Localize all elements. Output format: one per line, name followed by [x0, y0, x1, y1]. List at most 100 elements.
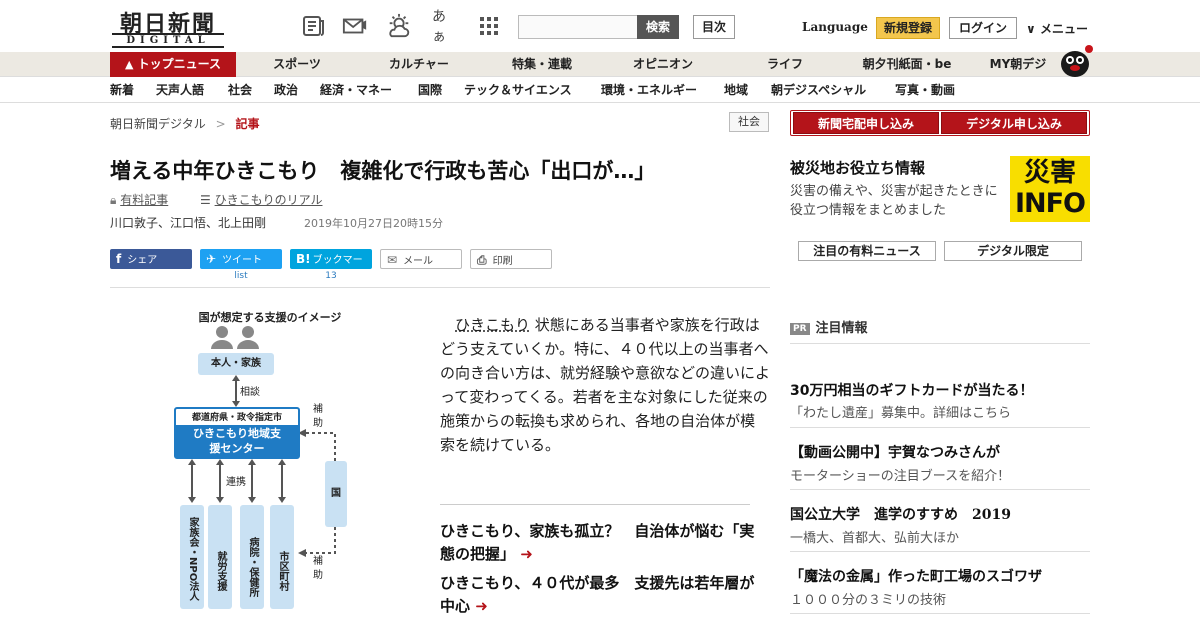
- paid-news-button[interactable]: 注目の有料ニュース: [798, 241, 936, 261]
- diagram-country-box: 国: [325, 461, 347, 527]
- nav-item-paper[interactable]: 朝夕刊紙面・be: [850, 52, 964, 77]
- pr-item-title[interactable]: 【動画公開中】宇賀なつみさんが: [790, 442, 1000, 462]
- mail-share-label: メール: [403, 256, 434, 267]
- subnav-item-special[interactable]: 朝デジスペシャル: [771, 77, 866, 103]
- hikikomori-link[interactable]: ひきこもり: [455, 316, 530, 334]
- subnav-item-politics[interactable]: 政治: [274, 77, 298, 103]
- facebook-icon: f: [116, 252, 122, 266]
- sub-nav: 新着 天声人語 社会 政治 経済・マネー 国際 テック＆サイエンス 環境・エネル…: [0, 77, 1200, 103]
- disaster-info-description[interactable]: 災害の備えや、災害が起きたときに役立つ情報をまとめました: [790, 182, 1004, 220]
- envelope-icon: ✉: [387, 253, 398, 267]
- subnav-item-region[interactable]: 地域: [724, 77, 748, 103]
- nav-item-my-asahi[interactable]: MY朝デジ: [980, 52, 1056, 77]
- menu-label: メニュー: [1039, 22, 1088, 36]
- related-article-link[interactable]: ひきこもり、家族も孤立？ 自治体が悩む「実態の把握」 ➜: [440, 520, 755, 566]
- font-size-icon[interactable]: あぁ: [432, 9, 458, 45]
- arrow-right-icon: ➜: [475, 597, 488, 615]
- mail-share-button[interactable]: ✉ メール: [380, 249, 462, 269]
- diagram-center-box: 都道府県・政令指定市 ひきこもり地域支援センター: [174, 407, 300, 459]
- pr-item-title[interactable]: 「魔法の金属」作った町工場のスゴワザ: [790, 566, 1042, 586]
- paid-label-text: 有料記事: [120, 193, 169, 207]
- nav-item-life[interactable]: ライフ: [748, 52, 822, 77]
- language-link[interactable]: Language: [802, 20, 868, 34]
- nav-item-culture[interactable]: カルチャー: [372, 52, 466, 77]
- printer-icon: ⎙: [477, 253, 487, 267]
- breadcrumb-separator: >: [215, 117, 226, 131]
- nav-item-top-news[interactable]: ▲ トップニュース: [110, 52, 236, 77]
- search-button[interactable]: 検索: [637, 15, 679, 39]
- disaster-logo-bottom: INFO: [1014, 188, 1086, 219]
- disaster-info-logo[interactable]: 災害 INFO: [1010, 156, 1090, 222]
- pr-item-title[interactable]: 国公立大学 進学のすすめ 2019: [790, 504, 1011, 524]
- mail-icon[interactable]: [342, 14, 368, 38]
- subnav-item-photo[interactable]: 写真・動画: [895, 77, 955, 103]
- nav-item-sports[interactable]: スポーツ: [255, 52, 339, 77]
- related-article-link[interactable]: ひきこもり、４０代が最多 支援先は若年層が中心 ➜: [440, 572, 755, 618]
- hatena-icon: B!: [296, 252, 311, 266]
- series-link[interactable]: ☰ ひきこもりのリアル: [200, 191, 322, 208]
- site-header: 朝日新聞 DIGITAL あぁ 検索 目次 Language 新規登録 ログイン…: [0, 0, 1200, 52]
- breadcrumb-current: 記事: [235, 117, 260, 131]
- facebook-share-button[interactable]: f シェア: [110, 249, 192, 269]
- home-icon: ▲: [124, 58, 134, 71]
- subnav-item-international[interactable]: 国際: [418, 77, 442, 103]
- twitter-share-button[interactable]: ✈ ツイート: [200, 249, 282, 269]
- pr-item-subtitle[interactable]: 一橋大、首都大、弘前大ほか: [790, 527, 959, 546]
- subnav-item-tech[interactable]: テック＆サイエンス: [464, 77, 572, 103]
- pr-item-subtitle[interactable]: 「わたし遺産」募集中。詳細はこちら: [790, 402, 1011, 421]
- site-logo[interactable]: 朝日新聞 DIGITAL: [112, 6, 228, 48]
- diagram-subsidy-top: 補助: [313, 404, 323, 429]
- diagram-org-municipality: 市区町村: [270, 505, 294, 609]
- hatena-bookmark-button[interactable]: B! ブックマーク: [290, 249, 372, 286]
- breadcrumb-home[interactable]: 朝日新聞デジタル: [110, 117, 206, 131]
- pr-item-subtitle[interactable]: モーターショーの注目ブースを紹介！: [790, 465, 1010, 484]
- pr-badge: PR: [790, 322, 810, 335]
- mascot-icon: [1061, 45, 1093, 77]
- series-link-text: ひきこもりのリアル: [214, 193, 323, 207]
- pr-item-subtitle[interactable]: １０００分の３ミリの技術: [790, 589, 946, 608]
- divider: [790, 489, 1090, 490]
- category-badge[interactable]: 社会: [729, 112, 769, 132]
- chevron-down-icon: ∨: [1026, 22, 1036, 36]
- digital-only-button[interactable]: デジタル限定: [944, 241, 1082, 261]
- subnav-item-environment[interactable]: 環境・エネルギー: [601, 77, 697, 103]
- divider: [790, 551, 1090, 552]
- twitter-share-label: ツイート: [222, 255, 263, 266]
- breadcrumb: 朝日新聞デジタル > 記事: [110, 115, 260, 132]
- weather-icon[interactable]: [386, 13, 412, 38]
- pr-item-title[interactable]: 30万円相当のギフトカードが当たる！: [790, 380, 1033, 400]
- pr-heading: PR 注目情報: [790, 317, 868, 336]
- twitter-icon: ✈: [206, 252, 217, 266]
- subnav-item-latest[interactable]: 新着: [110, 77, 134, 103]
- nav-item-opinion[interactable]: オピニオン: [616, 52, 710, 77]
- main-nav: ▲ トップニュース スポーツ カルチャー 特集・連載 オピニオン ライフ 朝夕刊…: [0, 52, 1200, 77]
- subnav-item-economy[interactable]: 経済・マネー: [320, 77, 392, 103]
- subscribe-digital-button[interactable]: デジタル申し込み: [941, 112, 1087, 134]
- subnav-item-tenseijingo[interactable]: 天声人語: [156, 77, 204, 103]
- list-icon: ☰: [200, 193, 211, 207]
- article-date: 2019年10月27日20時15分: [304, 217, 443, 230]
- divider: [790, 613, 1090, 614]
- paid-label[interactable]: 🔒︎ 有料記事: [110, 191, 168, 208]
- toc-button[interactable]: 目次: [693, 15, 735, 39]
- register-button[interactable]: 新規登録: [876, 17, 940, 39]
- twitter-count[interactable]: list: [200, 271, 282, 281]
- subnav-item-society[interactable]: 社会: [228, 77, 252, 103]
- hatena-count[interactable]: 13: [290, 271, 372, 281]
- newspaper-icon[interactable]: [301, 14, 327, 38]
- diagram-center-top: 都道府県・政令指定市: [191, 413, 282, 423]
- subscribe-paper-button[interactable]: 新聞宅配申し込み: [793, 112, 939, 134]
- diagram-org-employment: 就労支援: [208, 505, 232, 609]
- menu-button[interactable]: ∨ メニュー: [1026, 20, 1088, 37]
- diagram-cooperation-label: 連携: [226, 477, 246, 488]
- article-body: ひきこもり 状態にある当事者や家族を行政はどう支えていくか。特に、４０代以上の当…: [440, 313, 770, 457]
- nav-item-features[interactable]: 特集・連載: [492, 52, 592, 77]
- search-input[interactable]: [518, 15, 638, 39]
- disaster-info-title[interactable]: 被災地お役立ち情報: [790, 157, 925, 178]
- support-diagram[interactable]: 国が想定する支援のイメージ 本人・家族 相談 都道府県・政令指定市 ひきこもり地…: [170, 305, 370, 615]
- login-button[interactable]: ログイン: [949, 17, 1017, 39]
- pr-heading-label: 注目情報: [815, 321, 868, 336]
- print-button[interactable]: ⎙ 印刷: [470, 249, 552, 269]
- divider: [790, 427, 1090, 428]
- grid-icon[interactable]: [476, 14, 502, 38]
